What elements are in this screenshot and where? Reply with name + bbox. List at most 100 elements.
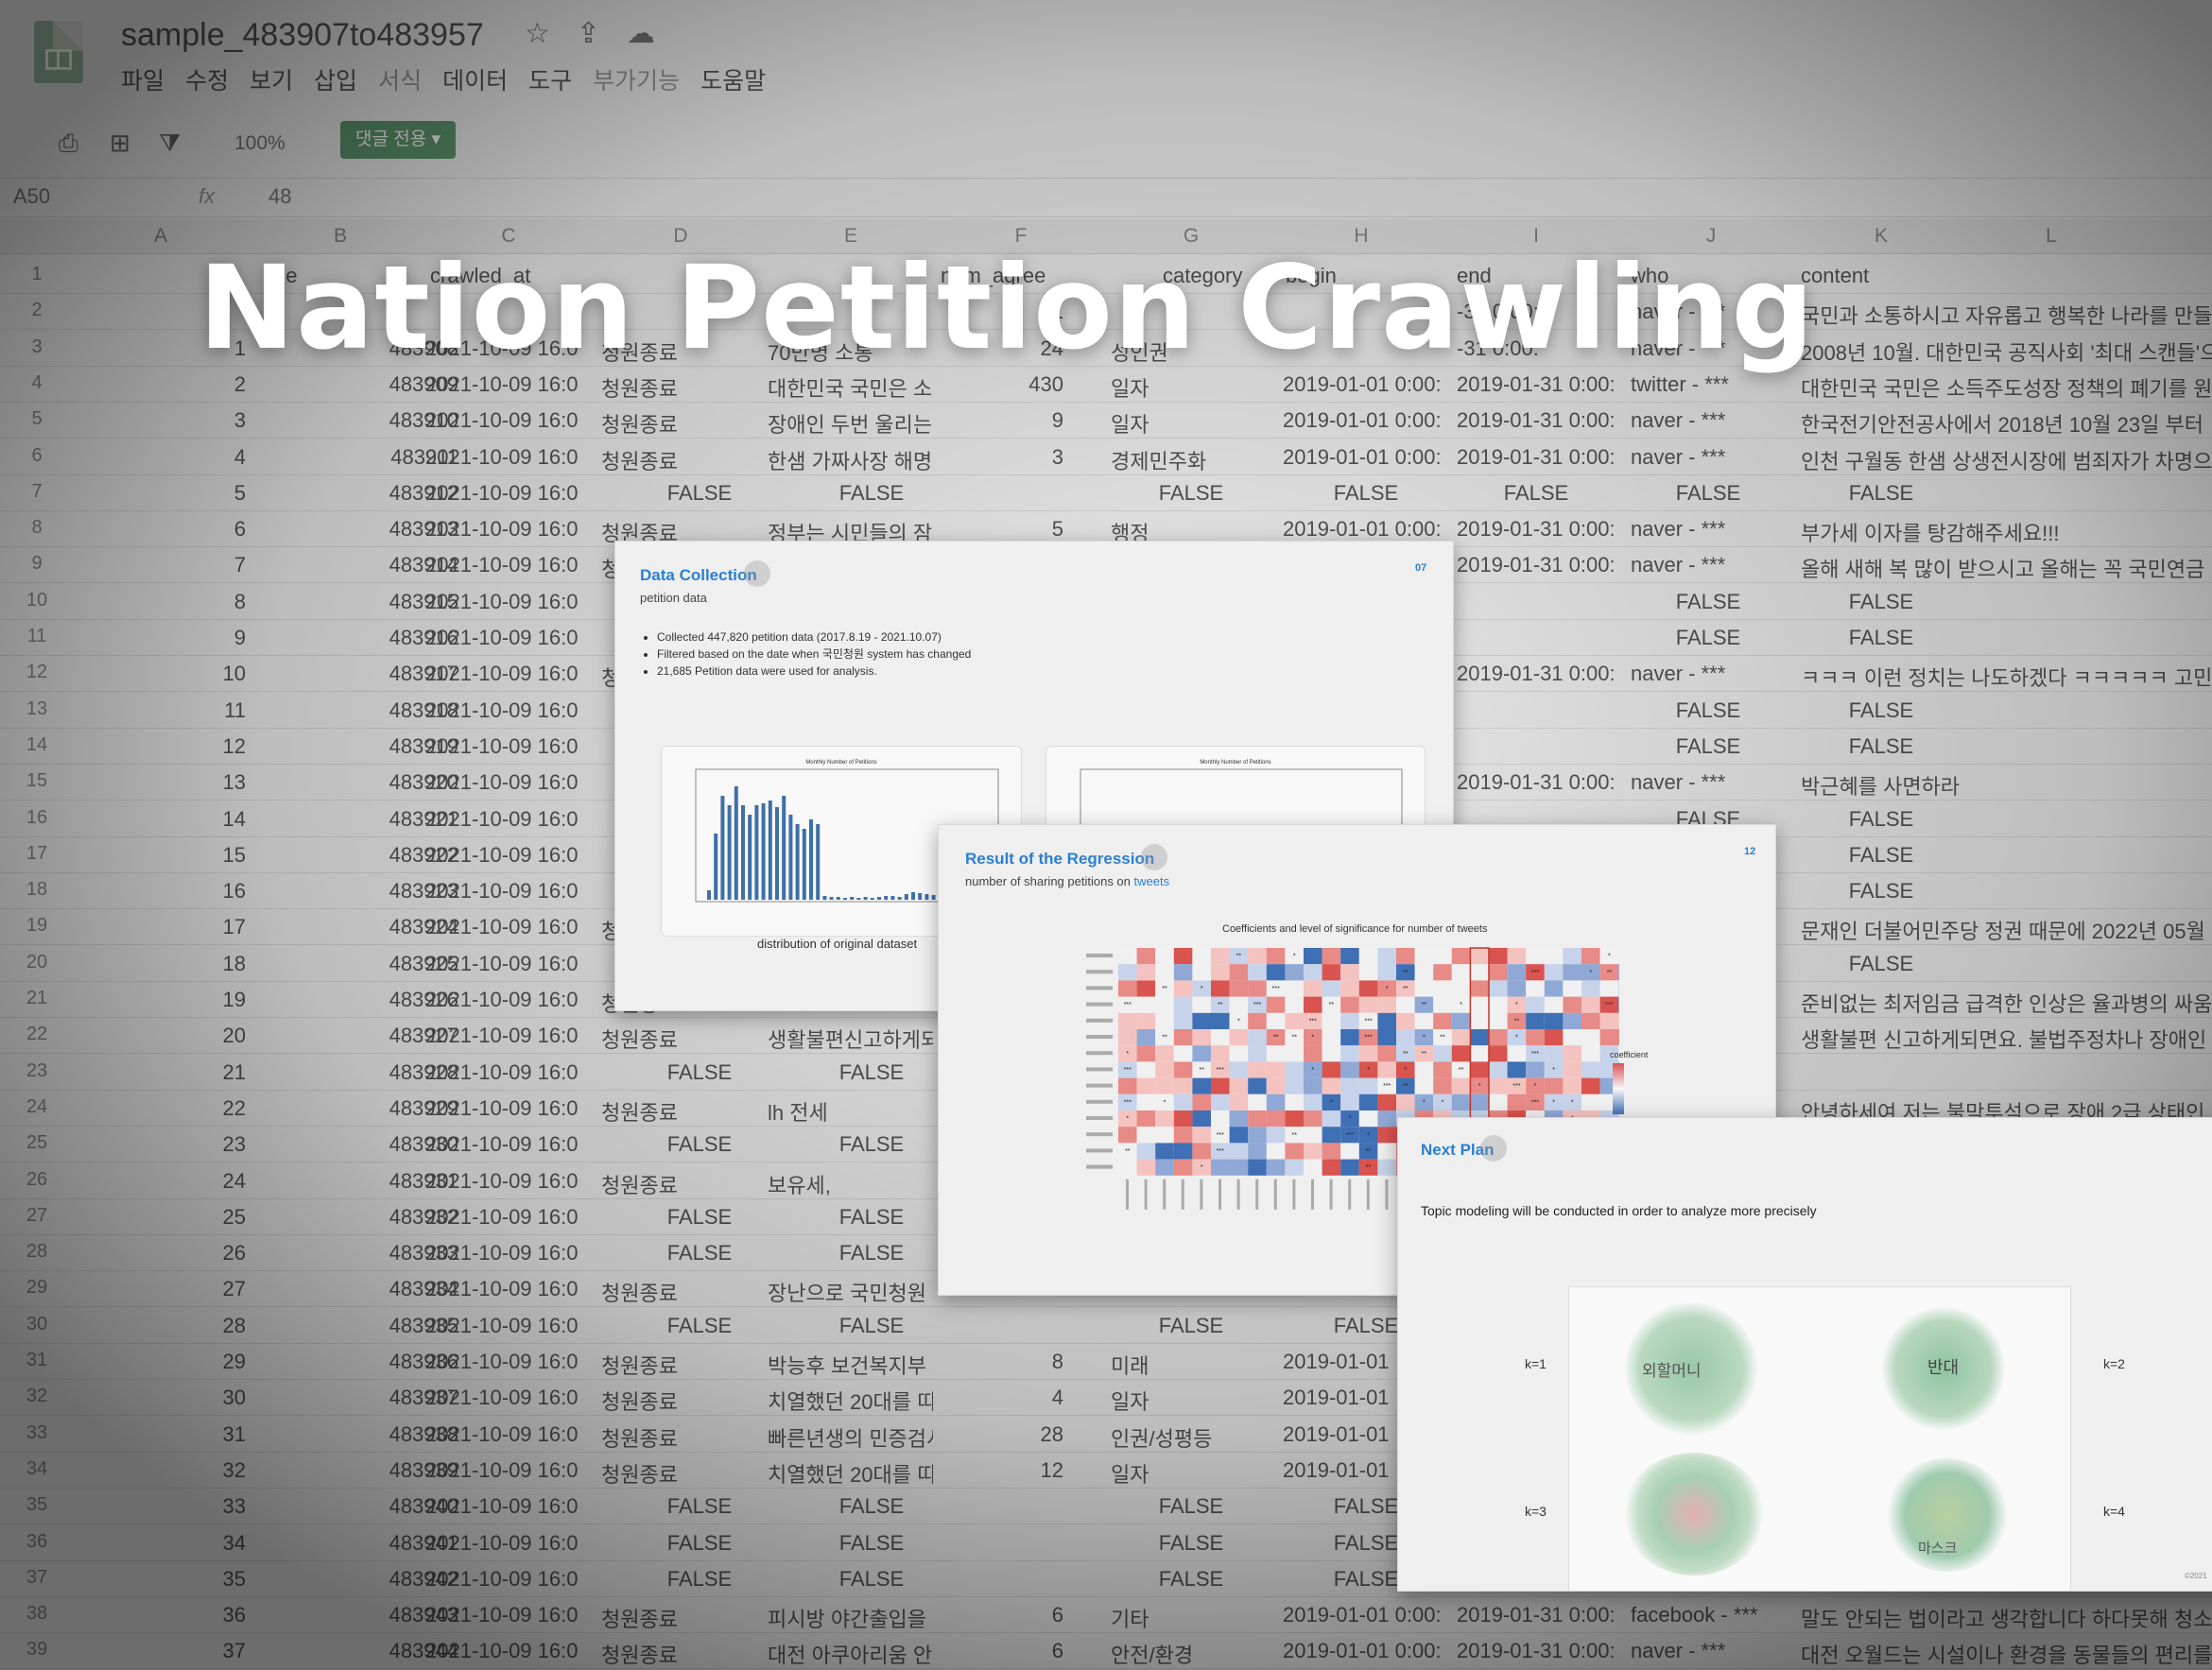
table-cell[interactable]: 생활불편 신고하게되면요. 불법주정차나 장애인 xyxy=(1801,1024,2212,1054)
table-cell[interactable]: 일자 xyxy=(1111,372,1281,403)
table-cell[interactable]: naver - *** xyxy=(1631,1639,1801,1663)
table-cell[interactable]: 2021-10-09 16:0 xyxy=(425,1386,600,1410)
table-cell[interactable]: 8 xyxy=(170,590,246,614)
menu-item[interactable]: 부가기능 xyxy=(593,62,680,96)
table-cell[interactable]: 문재인 더불어민주당 정권 때문에 2022년 05월 xyxy=(1801,915,2212,945)
table-cell[interactable]: 26 xyxy=(170,1241,246,1265)
table-cell[interactable]: 8 xyxy=(936,1350,1063,1374)
table-cell[interactable]: 23 xyxy=(170,1132,246,1157)
row-number[interactable]: 7 xyxy=(0,481,74,503)
table-cell[interactable]: 2021-10-09 16:0 xyxy=(425,626,600,650)
row-number[interactable]: 35 xyxy=(0,1494,74,1516)
table-cell[interactable]: 2021-10-09 16:0 xyxy=(425,1494,600,1519)
table-cell[interactable]: 36 xyxy=(170,1603,246,1627)
table-cell[interactable]: 6 xyxy=(936,1639,1063,1663)
row-number[interactable]: 17 xyxy=(0,843,74,865)
table-cell[interactable]: 올해 새해 복 많이 받으시고 올해는 꼭 국민연금 xyxy=(1801,553,2212,583)
table-cell[interactable]: FALSE xyxy=(815,1241,928,1265)
table-cell[interactable]: 22 xyxy=(170,1096,246,1121)
menu-item[interactable]: 도구 xyxy=(528,62,572,96)
table-cell[interactable]: 2021-10-09 16:0 xyxy=(425,408,600,433)
table-cell[interactable]: 경제민주화 xyxy=(1111,445,1281,475)
table-cell[interactable]: 2021-10-09 16:0 xyxy=(425,1458,600,1483)
table-cell[interactable]: FALSE xyxy=(643,481,756,506)
table-cell[interactable]: 박능후 보건복지부 xyxy=(768,1350,933,1380)
table-cell[interactable]: 국민과 소통하시고 자유롭고 행복한 나라를 만들 xyxy=(1801,300,2212,330)
table-cell[interactable]: FALSE xyxy=(1134,1314,1248,1338)
table-cell[interactable]: naver - *** xyxy=(1631,445,1801,470)
table-cell[interactable]: 20 xyxy=(170,1024,246,1048)
table-cell[interactable]: 청원종료 xyxy=(601,1277,762,1307)
menu-item[interactable]: 수정 xyxy=(185,62,229,96)
table-cell[interactable]: 35 xyxy=(170,1567,246,1592)
table-cell[interactable]: 6 xyxy=(170,517,246,542)
table-cell[interactable]: 피시방 야간출입을 xyxy=(768,1603,933,1633)
column-header[interactable]: A xyxy=(132,225,189,248)
table-cell[interactable]: 청원종료 xyxy=(601,1603,762,1633)
table-cell[interactable]: twitter - *** xyxy=(1631,372,1801,397)
table-cell[interactable]: FALSE xyxy=(1651,626,1765,650)
table-cell[interactable]: 15 xyxy=(170,843,246,868)
table-cell[interactable]: 대한민국 국민은 소 xyxy=(768,372,933,403)
table-cell[interactable]: 2021-10-09 16:0 xyxy=(425,1060,600,1085)
table-cell[interactable]: 4 xyxy=(170,445,246,470)
table-cell[interactable]: 27 xyxy=(170,1277,246,1301)
menu-item[interactable]: 데이터 xyxy=(442,62,508,96)
table-cell[interactable]: FALSE xyxy=(643,1205,756,1230)
table-cell[interactable]: 일자 xyxy=(1111,408,1281,439)
table-cell[interactable]: 24 xyxy=(170,1169,246,1194)
name-box[interactable]: A50 xyxy=(13,184,50,209)
row-number[interactable]: 24 xyxy=(0,1096,74,1118)
table-cell[interactable]: 보유세, xyxy=(768,1169,933,1199)
table-cell[interactable]: FALSE xyxy=(1134,1494,1248,1519)
table-cell[interactable]: 청원종료 xyxy=(601,445,762,475)
table-cell[interactable]: FALSE xyxy=(1651,734,1765,759)
table-cell[interactable]: FALSE xyxy=(643,1132,756,1157)
table-cell[interactable]: 2021-10-09 16:0 xyxy=(425,517,600,542)
table-cell[interactable]: 31 xyxy=(170,1422,246,1447)
row-number[interactable]: 23 xyxy=(0,1060,74,1082)
row-number[interactable]: 38 xyxy=(0,1603,74,1625)
table-cell[interactable]: 2021-10-09 16:0 xyxy=(425,843,600,868)
table-cell[interactable]: 2021-10-09 16:0 xyxy=(425,1277,600,1301)
table-cell[interactable]: 2021-10-09 16:0 xyxy=(425,1567,600,1592)
table-cell[interactable]: 치열했던 20대를 띠 xyxy=(768,1386,933,1416)
table-cell[interactable]: 청원종료 xyxy=(601,1422,762,1453)
table-cell[interactable]: 2008년 10월. 대한민국 공직사회 '최대 스캔들'으 xyxy=(1801,336,2212,367)
table-cell[interactable]: naver - *** xyxy=(1631,770,1801,795)
table-cell[interactable]: FALSE xyxy=(643,1531,756,1556)
table-cell[interactable]: lh 전세 xyxy=(768,1096,933,1127)
insert-comment-icon[interactable]: ⊞ xyxy=(110,129,130,158)
comment-only-button[interactable]: 댓글 전용 ▾ xyxy=(340,121,457,159)
table-cell[interactable]: 12 xyxy=(170,734,246,759)
row-number[interactable]: 16 xyxy=(0,807,74,829)
table-cell[interactable]: 2019-01-31 0:00: xyxy=(1457,408,1629,433)
table-cell[interactable]: 2021-10-09 16:0 xyxy=(425,1024,600,1048)
table-cell[interactable]: 7 xyxy=(170,553,246,577)
table-cell[interactable]: 2019-01-31 0:00: xyxy=(1457,445,1629,470)
table-cell[interactable]: 29 xyxy=(170,1350,246,1374)
table-cell[interactable]: 박근혜를 사면하라 xyxy=(1801,770,2212,801)
table-cell[interactable]: 13 xyxy=(170,770,246,795)
table-cell[interactable]: 일자 xyxy=(1111,1386,1281,1416)
row-number[interactable]: 3 xyxy=(0,336,74,358)
row-number[interactable]: 37 xyxy=(0,1567,74,1589)
table-cell[interactable]: 2021-10-09 16:0 xyxy=(425,590,600,614)
formula-input[interactable]: 48 xyxy=(268,184,291,209)
table-cell[interactable]: FALSE xyxy=(1134,481,1248,506)
row-number[interactable]: 28 xyxy=(0,1241,74,1263)
table-cell[interactable]: 33 xyxy=(170,1494,246,1519)
table-cell[interactable]: FALSE xyxy=(1651,481,1765,506)
table-cell[interactable]: FALSE xyxy=(643,1314,756,1338)
table-cell[interactable]: naver - *** xyxy=(1631,662,1801,686)
row-number[interactable]: 39 xyxy=(0,1639,74,1661)
table-cell[interactable]: ㅋㅋㅋ 이런 정치는 나도하겠다 ㅋㅋㅋㅋㅋ 고민 xyxy=(1801,662,2212,692)
table-cell[interactable]: 2021-10-09 16:0 xyxy=(425,915,600,939)
table-cell[interactable]: 25 xyxy=(170,1205,246,1230)
table-cell[interactable]: 2021-10-09 16:0 xyxy=(425,1639,600,1663)
table-cell[interactable]: 2021-10-09 16:0 xyxy=(425,1350,600,1374)
row-number[interactable]: 30 xyxy=(0,1314,74,1335)
table-cell[interactable]: 2021-10-09 16:0 xyxy=(425,1241,600,1265)
table-cell[interactable]: 2019-01-01 0:00: xyxy=(1283,408,1455,433)
table-cell[interactable]: 청원종료 xyxy=(601,1639,762,1669)
